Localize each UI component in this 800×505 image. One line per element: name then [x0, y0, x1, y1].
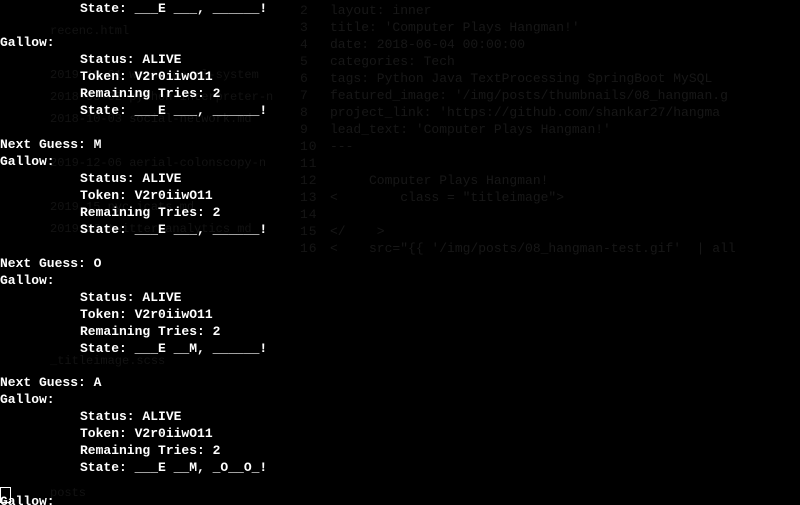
gallow-label: Gallow:: [0, 493, 800, 505]
gallow-label: Gallow:: [0, 272, 800, 289]
status-line: Status: ALIVE: [0, 170, 800, 187]
gallow-label: Gallow:: [0, 153, 800, 170]
terminal-output[interactable]: State: ___E ___, ______!Gallow:Status: A…: [0, 0, 800, 505]
screen-root: recenc.html 2019-10-01 wannasee-ml-syste…: [0, 0, 800, 505]
token-line: Token: V2r0iiwO11: [0, 187, 800, 204]
gallow-label: Gallow:: [0, 34, 800, 51]
status-line: Status: ALIVE: [0, 51, 800, 68]
next-guess-line: Next Guess: A: [0, 374, 800, 391]
state-line: State: ___E __M, ______!: [0, 340, 800, 357]
state-line: State: ___E ___, ______!: [0, 102, 800, 119]
state-line: State: ___E __M, _O__O_!: [0, 459, 800, 476]
state-line: State: ___E ___, ______!: [0, 221, 800, 238]
remaining-line: Remaining Tries: 2: [0, 85, 800, 102]
token-line: Token: V2r0iiwO11: [0, 306, 800, 323]
terminal-cursor: [0, 487, 11, 503]
status-line: Status: ALIVE: [0, 408, 800, 425]
remaining-line: Remaining Tries: 2: [0, 442, 800, 459]
token-line: Token: V2r0iiwO11: [0, 425, 800, 442]
gallow-label: Gallow:: [0, 391, 800, 408]
next-guess-line: Next Guess: M: [0, 136, 800, 153]
remaining-line: Remaining Tries: 2: [0, 323, 800, 340]
remaining-line: Remaining Tries: 2: [0, 204, 800, 221]
status-line: Status: ALIVE: [0, 289, 800, 306]
token-line: Token: V2r0iiwO11: [0, 68, 800, 85]
next-guess-line: Next Guess: O: [0, 255, 800, 272]
state-line: State: ___E ___, ______!: [0, 0, 800, 17]
